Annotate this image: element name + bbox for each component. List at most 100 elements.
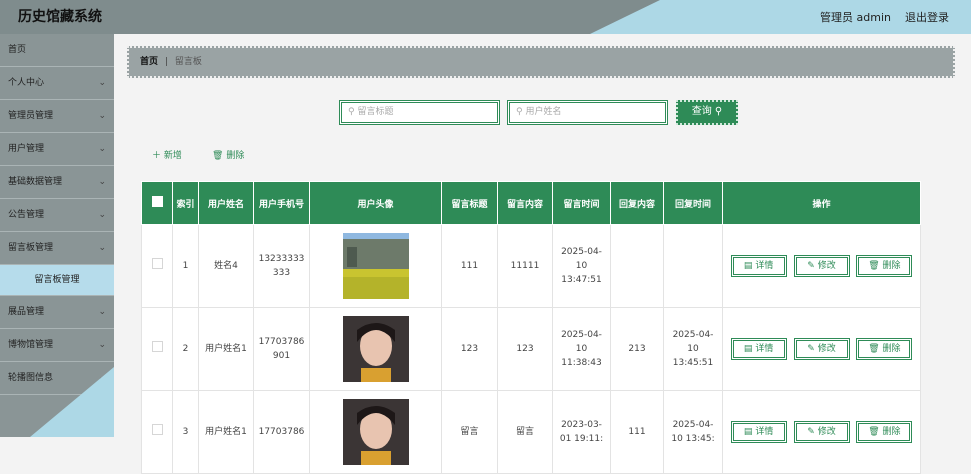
top-header: 历史馆藏系统 管理员 admin 退出登录 bbox=[0, 0, 971, 34]
query-button[interactable]: 查询 ⚲ bbox=[676, 100, 738, 125]
breadcrumb: 首页 | 留言板 bbox=[127, 46, 955, 78]
detail-button[interactable]: ▤ 详情 bbox=[730, 421, 787, 443]
cell-operations: ▤ 详情 ✎ 修改 🗑 删除 bbox=[722, 390, 921, 474]
sidebar-item-label: 管理员管理 bbox=[8, 111, 54, 121]
cell-message-content: 11111 bbox=[497, 224, 553, 308]
app-title: 历史馆藏系统 bbox=[18, 9, 102, 25]
detail-button[interactable]: ▤ 详情 bbox=[730, 338, 787, 360]
sidebar-item-home[interactable]: 首页 bbox=[0, 34, 114, 67]
chevron-down-icon: ⌄ bbox=[98, 177, 106, 187]
edit-button[interactable]: ✎ 修改 bbox=[793, 255, 850, 277]
table-row: 3 用户姓名1 17703786 留言 留言 2023-03-01 19:11:… bbox=[141, 390, 921, 474]
chevron-down-icon: ⌄ bbox=[98, 78, 106, 88]
sidebar-item-message-board[interactable]: 留言板管理 ⌄ bbox=[0, 232, 114, 265]
delete-button-label: 删除 bbox=[226, 151, 245, 161]
sidebar-item-announcement[interactable]: 公告管理 ⌄ bbox=[0, 199, 114, 232]
column-header: 索引 bbox=[172, 181, 199, 225]
batch-delete-button[interactable]: 🗑 删除 bbox=[212, 148, 244, 161]
sidebar-item-museum[interactable]: 博物馆管理 ⌄ bbox=[0, 329, 114, 362]
cell-index: 3 bbox=[172, 390, 199, 474]
cell-index: 1 bbox=[172, 224, 199, 308]
table-row: 1 姓名4 13233333333 111 11111 2025-04-10 1… bbox=[141, 224, 921, 308]
delete-button[interactable]: 🗑 删除 bbox=[856, 421, 913, 443]
avatar-portrait-image[interactable] bbox=[342, 399, 409, 465]
cell-phone: 13233333333 bbox=[253, 224, 310, 308]
edit-button[interactable]: ✎ 修改 bbox=[793, 338, 850, 360]
column-header: 回复时间 bbox=[663, 181, 723, 225]
document-icon: ▤ bbox=[743, 261, 753, 271]
delete-label: 删除 bbox=[882, 344, 901, 354]
column-header: 留言标题 bbox=[441, 181, 498, 225]
column-header: 留言时间 bbox=[552, 181, 611, 225]
sidebar-item-user-management[interactable]: 用户管理 ⌄ bbox=[0, 133, 114, 166]
table-header-row: 索引 用户姓名 用户手机号 用户头像 留言标题 留言内容 留言时间 回复内容 回… bbox=[141, 181, 921, 225]
column-header: 留言内容 bbox=[497, 181, 553, 225]
pencil-icon: ✎ bbox=[807, 344, 815, 354]
trash-icon: 🗑 bbox=[868, 261, 880, 271]
detail-label: 详情 bbox=[755, 427, 774, 437]
add-button[interactable]: ＋ 新增 bbox=[152, 148, 182, 161]
row-checkbox[interactable] bbox=[141, 390, 173, 474]
sidebar-item-personal-center[interactable]: 个人中心 ⌄ bbox=[0, 67, 114, 100]
cell-reply-time bbox=[663, 224, 723, 308]
document-icon: ▤ bbox=[743, 427, 753, 437]
sidebar-item-label: 展品管理 bbox=[8, 307, 45, 317]
message-table: 索引 用户姓名 用户手机号 用户头像 留言标题 留言内容 留言时间 回复内容 回… bbox=[141, 181, 921, 474]
cell-message-title: 111 bbox=[441, 224, 498, 308]
edit-label: 修改 bbox=[817, 344, 836, 354]
cell-user-name: 姓名4 bbox=[198, 224, 254, 308]
sidebar-item-base-data[interactable]: 基础数据管理 ⌄ bbox=[0, 166, 114, 199]
edit-button[interactable]: ✎ 修改 bbox=[793, 421, 850, 443]
sidebar-item-exhibits[interactable]: 展品管理 ⌄ bbox=[0, 296, 114, 329]
row-checkbox[interactable] bbox=[141, 224, 173, 308]
sidebar-item-label: 基础数据管理 bbox=[8, 177, 63, 187]
document-icon: ▤ bbox=[743, 344, 753, 354]
chevron-down-icon: ⌄ bbox=[98, 307, 106, 317]
cell-message-time: 2025-04-10 11:38:43 bbox=[552, 307, 611, 391]
detail-button[interactable]: ▤ 详情 bbox=[730, 255, 787, 277]
cell-user-name: 用户姓名1 bbox=[198, 390, 254, 474]
user-name-search-input[interactable]: ⚲ 用户姓名 bbox=[507, 100, 668, 125]
cell-message-time: 2023-03-01 19:11: bbox=[552, 390, 611, 474]
column-header: 用户姓名 bbox=[198, 181, 254, 225]
add-button-label: 新增 bbox=[163, 151, 182, 161]
chevron-down-icon: ⌄ bbox=[98, 144, 106, 154]
breadcrumb-home[interactable]: 首页 bbox=[140, 57, 158, 67]
detail-label: 详情 bbox=[755, 344, 774, 354]
sidebar-decoration bbox=[30, 367, 114, 437]
cell-avatar bbox=[309, 307, 442, 391]
sidebar-item-label: 公告管理 bbox=[8, 210, 45, 220]
cell-avatar bbox=[309, 224, 442, 308]
cell-message-time: 2025-04-10 13:47:51 bbox=[552, 224, 611, 308]
trash-icon: 🗑 bbox=[868, 344, 880, 354]
sidebar: 首页 个人中心 ⌄ 管理员管理 ⌄ 用户管理 ⌄ 基础数据管理 ⌄ 公告管理 ⌄ 留言板管… bbox=[0, 34, 114, 437]
cell-reply-content: 213 bbox=[610, 307, 664, 391]
cell-operations: ▤ 详情 ✎ 修改 🗑 删除 bbox=[722, 224, 921, 308]
delete-button[interactable]: 🗑 删除 bbox=[856, 338, 913, 360]
breadcrumb-separator: | bbox=[164, 57, 168, 67]
logout-link[interactable]: 退出登录 bbox=[905, 9, 949, 25]
cell-message-content: 留言 bbox=[497, 390, 553, 474]
select-all-checkbox[interactable] bbox=[141, 181, 173, 225]
trash-icon: 🗑 bbox=[868, 427, 880, 437]
row-checkbox[interactable] bbox=[141, 307, 173, 391]
message-title-search-input[interactable]: ⚲ 留言标题 bbox=[339, 100, 500, 125]
query-button-label: 查询 bbox=[691, 106, 712, 117]
sidebar-item-admin-management[interactable]: 管理员管理 ⌄ bbox=[0, 100, 114, 133]
table-row: 2 用户姓名1 17703786901 123 123 2025-04-10 1… bbox=[141, 307, 921, 391]
cell-reply-time: 2025-04-10 13:45:51 bbox=[663, 307, 723, 391]
user-name-placeholder: 用户姓名 bbox=[525, 107, 562, 117]
cell-reply-content bbox=[610, 224, 664, 308]
cell-phone: 17703786901 bbox=[253, 307, 310, 391]
column-header: 用户头像 bbox=[309, 181, 442, 225]
avatar-landscape-image[interactable] bbox=[342, 233, 409, 299]
sidebar-subitem-message-board-management[interactable]: 留言板管理 bbox=[0, 265, 114, 296]
plus-icon: ＋ bbox=[152, 151, 162, 161]
cell-reply-time: 2025-04-10 13:45: bbox=[663, 390, 723, 474]
delete-label: 删除 bbox=[882, 427, 901, 437]
avatar-portrait-image[interactable] bbox=[342, 316, 409, 382]
pencil-icon: ✎ bbox=[807, 427, 815, 437]
edit-label: 修改 bbox=[817, 261, 836, 271]
cell-message-content: 123 bbox=[497, 307, 553, 391]
delete-button[interactable]: 🗑 删除 bbox=[856, 255, 913, 277]
